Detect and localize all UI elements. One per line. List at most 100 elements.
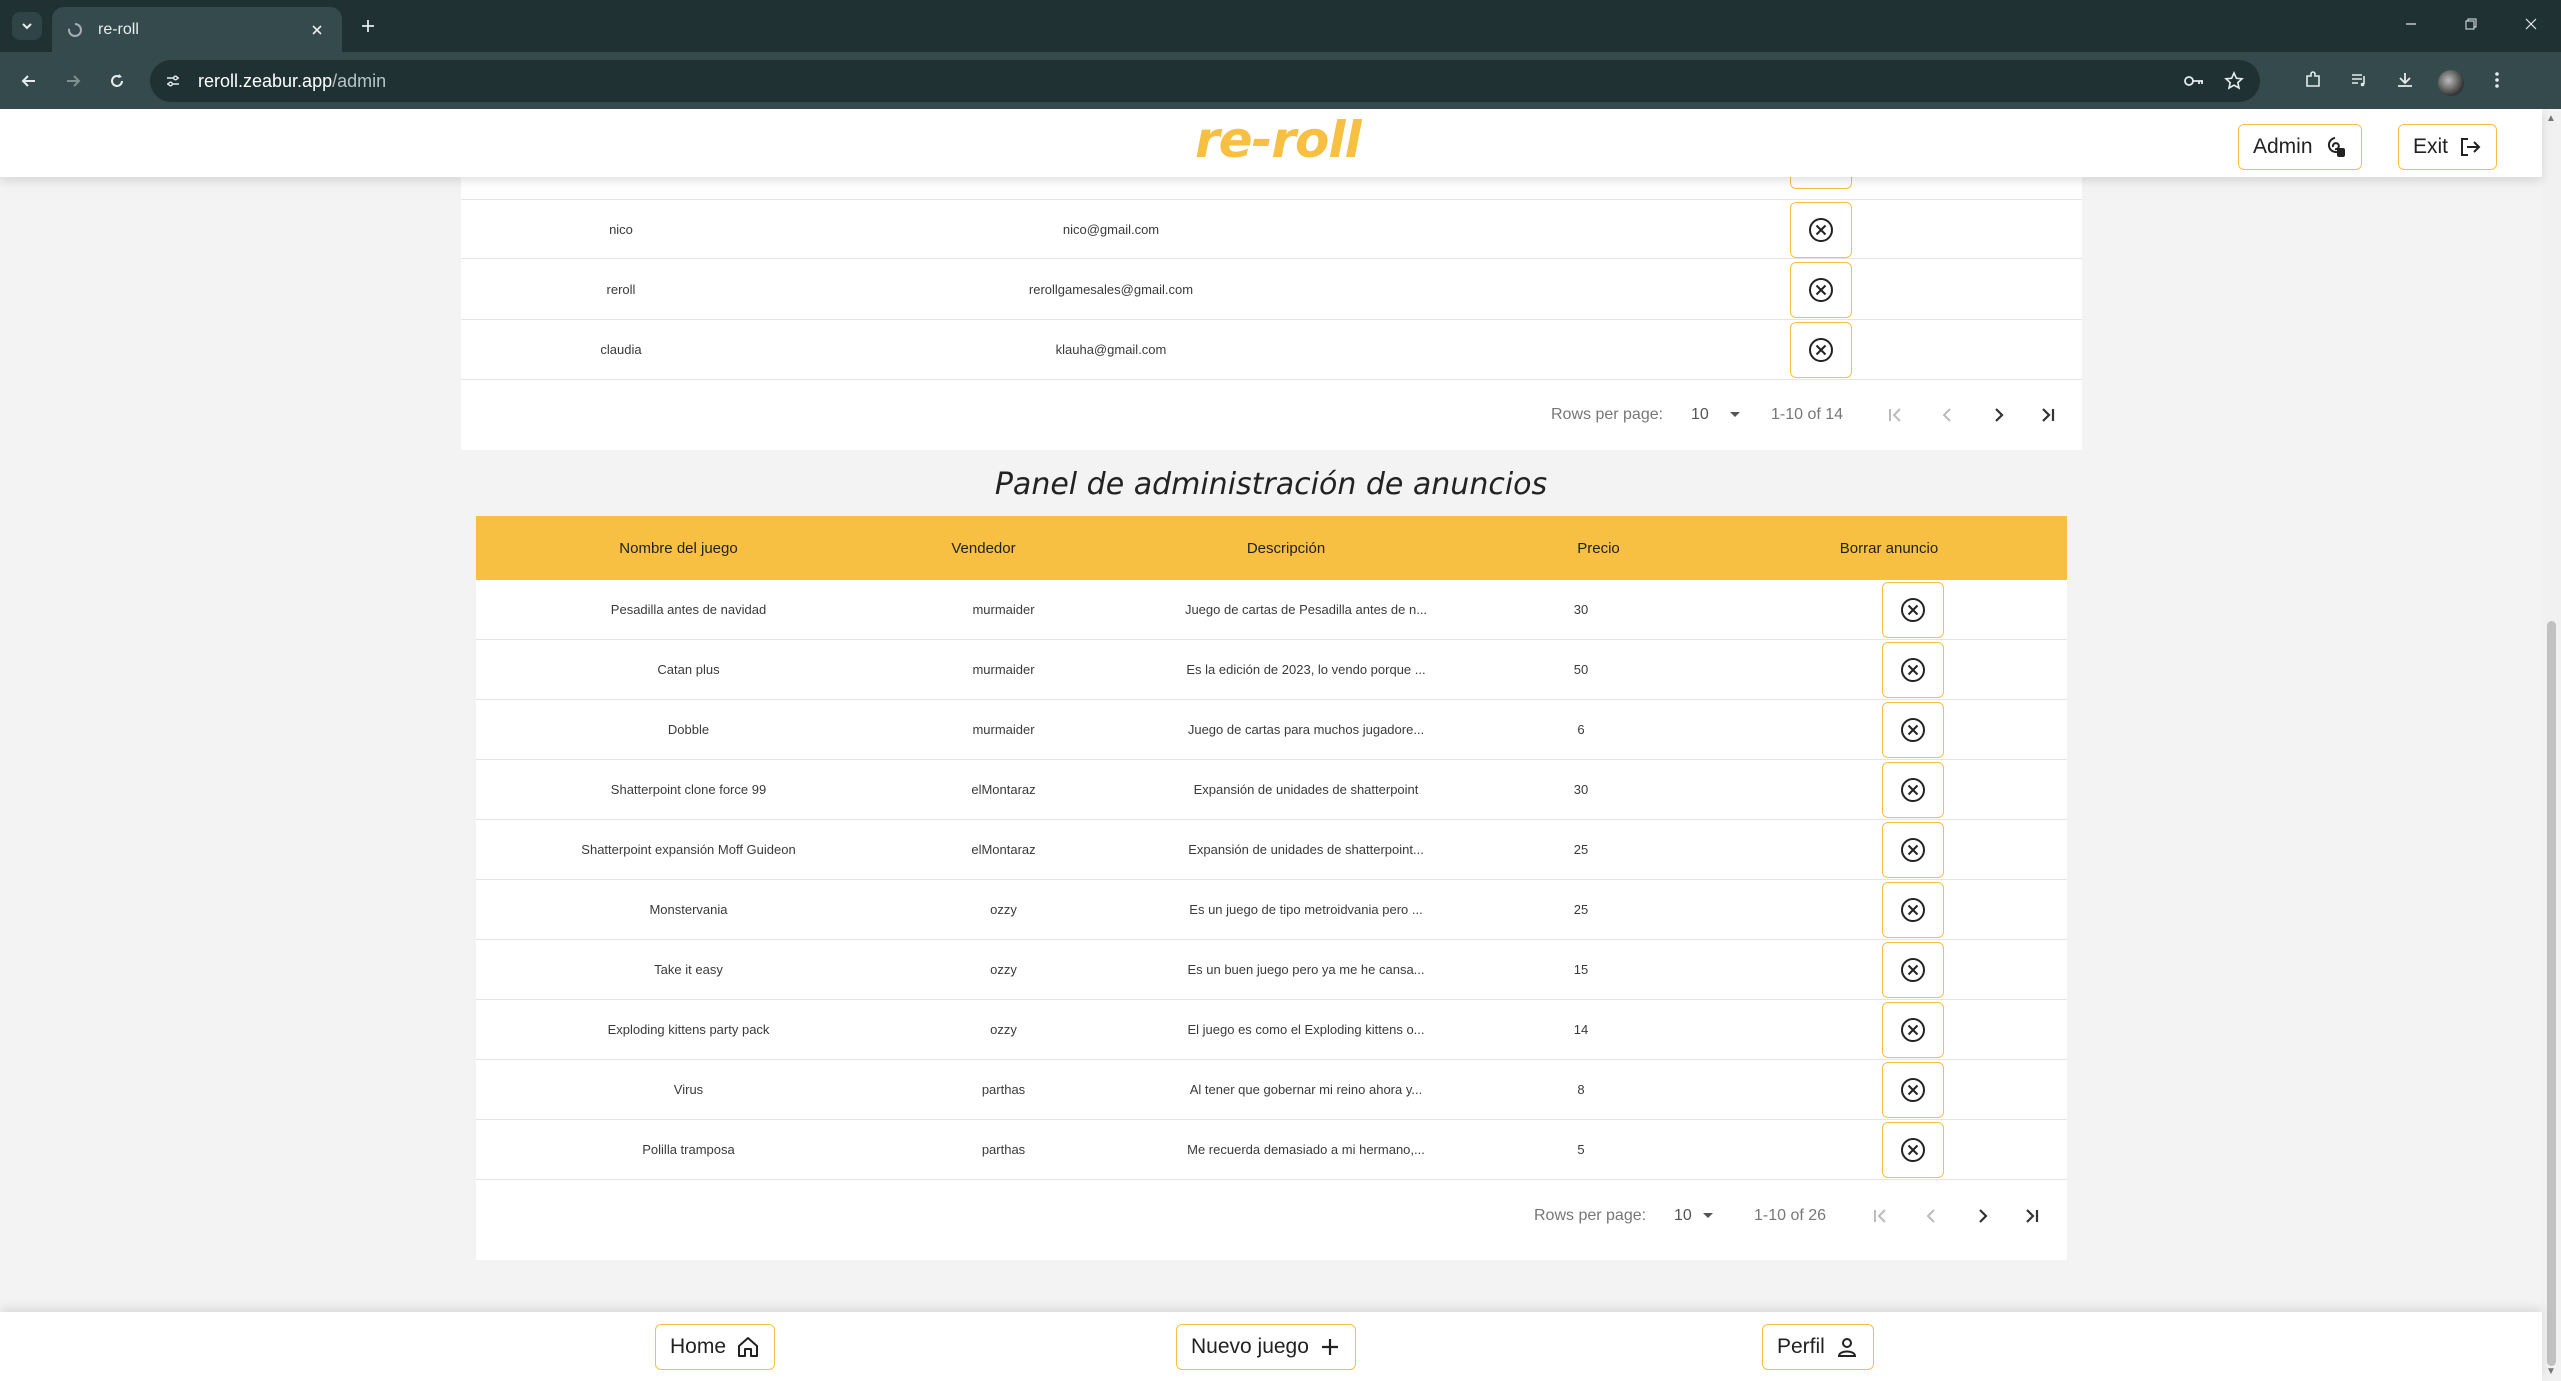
admin-button-label: Admin [2253, 135, 2313, 158]
table-row: nico nico@gmail.com [461, 199, 2082, 259]
game-name: Shatterpoint expansión Moff Guideon [581, 842, 796, 857]
user-icon [1837, 1338, 1856, 1357]
delete-ad-button[interactable] [1882, 942, 1944, 998]
circle-x-icon [1809, 218, 1833, 242]
avatar [2438, 69, 2464, 96]
circle-x-icon [1809, 338, 1833, 362]
delete-user-button[interactable] [1790, 322, 1852, 378]
seller-name: murmaider [972, 662, 1035, 677]
browser-tab[interactable]: re-roll [52, 7, 342, 52]
ad-description: Es la edición de 2023, lo vendo porque .… [1186, 662, 1426, 677]
arrow-left-icon [21, 75, 35, 87]
delete-ad-button[interactable] [1882, 882, 1944, 938]
scroll-up-icon[interactable]: ▲ [2546, 113, 2556, 124]
table-row: Shatterpoint clone force 99 elMontaraz E… [476, 760, 2067, 820]
scroll-down-icon[interactable]: ▼ [2546, 1366, 2556, 1377]
delete-ad-button[interactable] [1882, 1122, 1944, 1178]
logo[interactable]: re-roll [1195, 111, 1362, 169]
bookmark-star-icon[interactable] [2218, 65, 2250, 97]
password-key-icon[interactable] [2178, 65, 2210, 97]
restore-button[interactable] [2441, 0, 2501, 48]
next-page-button[interactable] [1989, 381, 2007, 449]
ad-description: Juego de cartas de Pesadilla antes de n.… [1184, 602, 1428, 617]
first-page-button[interactable] [1871, 1182, 1889, 1250]
delete-ad-button[interactable] [1882, 822, 1944, 878]
game-name: Pesadilla antes de navidad [610, 602, 767, 617]
chevron-right-icon [1995, 408, 2004, 422]
site-settings-icon[interactable] [158, 66, 188, 96]
delete-ad-button[interactable] [1882, 1002, 1944, 1058]
exit-button-label: Exit [2413, 135, 2449, 158]
arrow-right-icon [67, 75, 81, 87]
extensions-icon[interactable] [2296, 62, 2330, 98]
home-button[interactable]: Home [655, 1324, 776, 1370]
circle-x-icon [1901, 1138, 1925, 1162]
reload-icon [111, 74, 123, 87]
delete-ad-button[interactable] [1882, 582, 1944, 638]
download-icon[interactable] [2388, 62, 2422, 98]
seller-name: ozzy [990, 962, 1017, 977]
circle-x-icon [1901, 898, 1925, 922]
last-page-button[interactable] [2039, 381, 2057, 449]
ad-description: Es un juego de tipo metroidvania pero ..… [1189, 902, 1423, 917]
browser-toolbar: reroll.zeabur.app/admin [0, 52, 2561, 109]
first-page-button[interactable] [1886, 381, 1904, 449]
delete-ad-button[interactable] [1882, 702, 1944, 758]
ads-panel-title: Panel de administración de anuncios [994, 467, 1548, 502]
next-page-button[interactable] [1973, 1182, 1991, 1250]
chevron-left-icon [1926, 1209, 1935, 1223]
ad-price: 50 [1573, 662, 1589, 677]
ad-description: El juego es como el Exploding kittens o.… [1187, 1022, 1425, 1037]
users-pagination: Rows per page: 10 1-10 of 14 [461, 381, 2082, 449]
circle-x-icon [1901, 778, 1925, 802]
ad-price: 5 [1577, 1142, 1585, 1157]
table-row: Pesadilla antes de navidad murmaider Jue… [476, 580, 2067, 640]
reload-button[interactable] [100, 64, 134, 98]
tab-close-icon[interactable] [306, 19, 328, 41]
last-page-button[interactable] [2023, 1182, 2041, 1250]
previous-page-button[interactable] [1939, 381, 1957, 449]
rows-per-page-value: 10 [1691, 406, 1709, 423]
scrollbar-thumb[interactable] [2547, 621, 2556, 1366]
rows-per-page-select[interactable]: 10 [1674, 1182, 1714, 1250]
user-shield-icon [2327, 137, 2345, 157]
table-row: Dobble murmaider Juego de cartas para mu… [476, 700, 2067, 760]
ad-price: 30 [1573, 602, 1589, 617]
rows-per-page-label: Rows per page: [1551, 406, 1664, 423]
circle-x-icon [1901, 658, 1925, 682]
rows-per-page-select[interactable]: 10 [1691, 381, 1741, 449]
game-name: Polilla tramposa [642, 1142, 735, 1157]
close-window-button[interactable] [2501, 0, 2561, 48]
back-button[interactable] [12, 64, 46, 98]
page-scrollbar[interactable]: ▲ ▼ [2542, 109, 2561, 1381]
profile-avatar-button[interactable] [2434, 62, 2468, 98]
minimize-button[interactable] [2381, 0, 2441, 48]
tab-search-button[interactable] [12, 12, 42, 40]
circle-x-icon [1901, 838, 1925, 862]
profile-button[interactable]: Perfil [1762, 1324, 1874, 1370]
column-header-price: Precio [1577, 539, 1620, 557]
delete-user-button[interactable] [1790, 262, 1852, 318]
previous-page-button[interactable] [1923, 1182, 1941, 1250]
page-range: 1-10 of 14 [1771, 406, 1844, 423]
caret-down-icon [1702, 1213, 1713, 1218]
delete-user-button[interactable] [1790, 202, 1852, 258]
home-icon [738, 1337, 759, 1357]
ad-price: 8 [1577, 1082, 1585, 1097]
user-name: claudia [600, 342, 642, 357]
ad-description: Me recuerda demasiado a mi hermano,... [1187, 1142, 1425, 1157]
logout-icon [2461, 138, 2481, 156]
delete-ad-button[interactable] [1882, 1062, 1944, 1118]
delete-ad-button[interactable] [1882, 762, 1944, 818]
delete-ad-button[interactable] [1882, 642, 1944, 698]
admin-button[interactable]: Admin [2238, 124, 2362, 170]
exit-button[interactable]: Exit [2398, 124, 2498, 170]
media-controls-icon[interactable] [2342, 62, 2376, 98]
game-name: Virus [673, 1082, 704, 1097]
forward-button[interactable] [56, 64, 90, 98]
browser-menu-icon[interactable] [2480, 62, 2514, 98]
seller-name: ozzy [990, 1022, 1017, 1037]
new-tab-button[interactable] [354, 12, 382, 40]
address-bar[interactable]: reroll.zeabur.app/admin [150, 60, 2260, 102]
new-game-button[interactable]: Nuevo juego [1176, 1324, 1356, 1370]
